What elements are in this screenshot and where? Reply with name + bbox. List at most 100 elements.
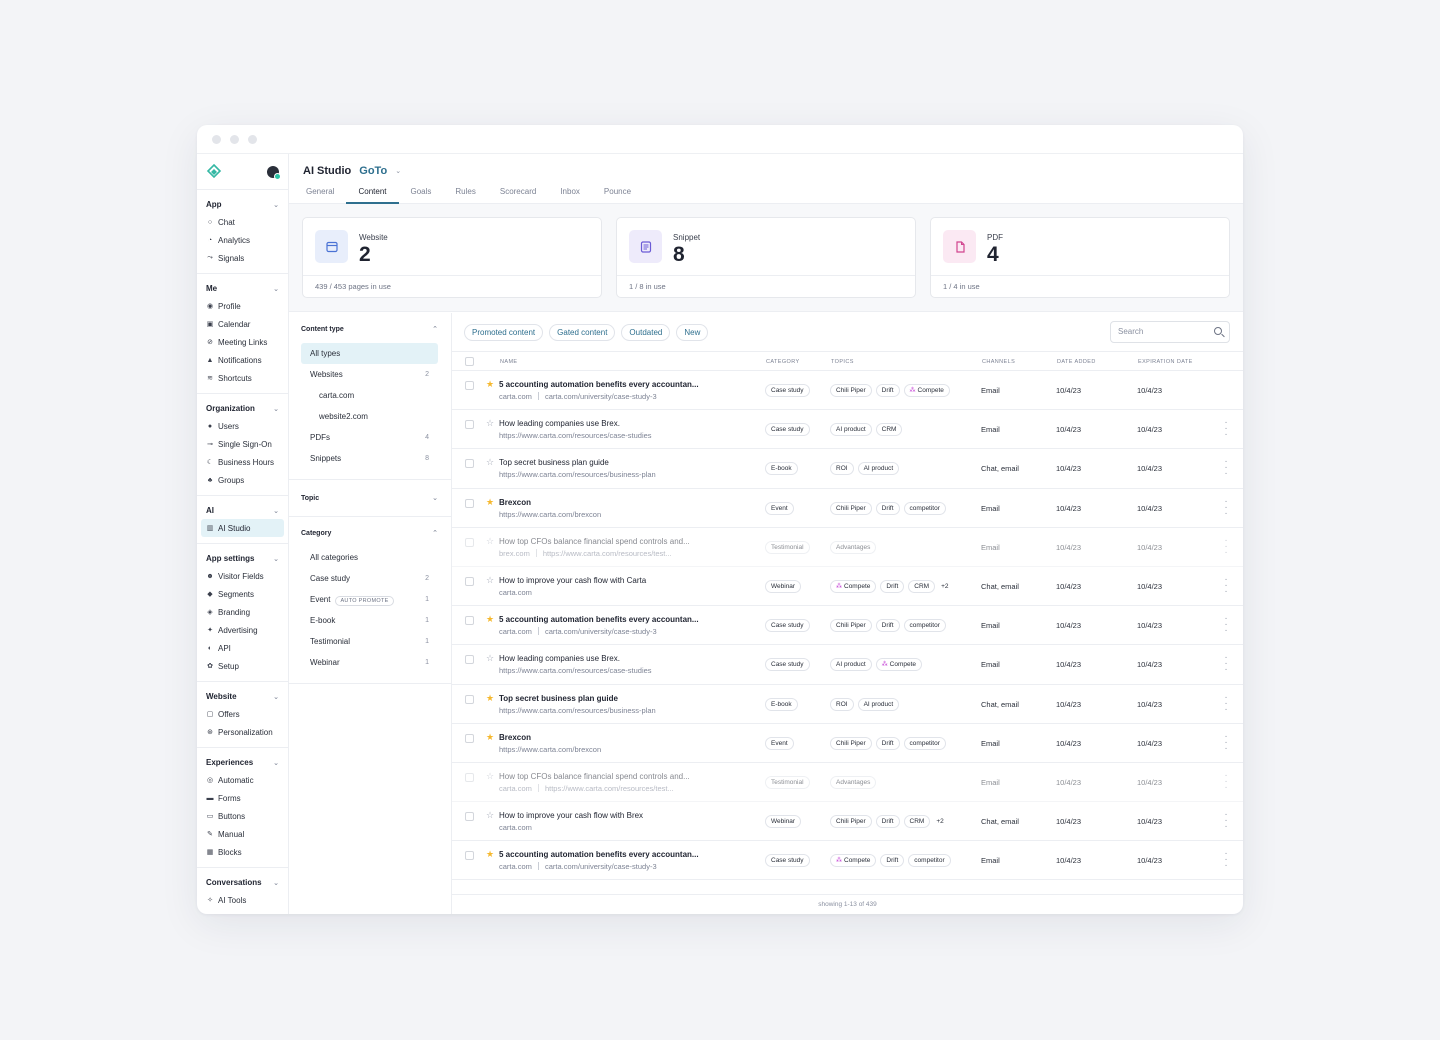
sidebar-item-ai-studio[interactable]: ▥ AI Studio	[201, 519, 284, 537]
chevron-down-icon[interactable]: ⌄	[273, 879, 279, 887]
chevron-down-icon[interactable]: ⌄	[432, 494, 438, 502]
sidebar-item-automatic[interactable]: ◎ Automatic	[201, 771, 284, 789]
kebab-menu-icon[interactable]: · · ·	[1224, 692, 1228, 714]
sidebar-item-single-sign-on[interactable]: ⊸ Single Sign-On	[201, 435, 284, 453]
star-icon[interactable]: ☆	[486, 536, 494, 547]
sidebar-item-manual[interactable]: ✎ Manual	[201, 825, 284, 843]
col-name[interactable]: NAME	[500, 359, 518, 365]
star-icon[interactable]: ★	[486, 693, 494, 704]
window-maximize-dot[interactable]	[248, 134, 257, 144]
content-name[interactable]: 5 accounting automation benefits every a…	[499, 850, 699, 859]
workspace-selector[interactable]: GoTo	[359, 165, 387, 177]
filter-item-case-study[interactable]: Case study 2	[301, 568, 438, 589]
table-row[interactable]: ☆ How top CFOs balance financial spend co…	[452, 528, 1243, 567]
star-icon[interactable]: ★	[486, 497, 494, 508]
filter-topic-header[interactable]: Topic ⌄	[301, 490, 438, 506]
stat-card-pdf[interactable]: PDF 4 1 / 4 in use	[930, 217, 1230, 298]
star-icon[interactable]: ★	[486, 614, 494, 625]
row-checkbox[interactable]	[465, 851, 474, 861]
table-row[interactable]: ☆ How to improve your cash flow with Brex…	[452, 802, 1243, 842]
sidebar-item-signals[interactable]: ⤳ Signals	[201, 249, 284, 267]
sidebar-item-notifications[interactable]: ▲ Notifications	[201, 351, 284, 369]
row-checkbox[interactable]	[465, 616, 474, 626]
row-checkbox[interactable]	[465, 420, 474, 430]
filter-category-header[interactable]: Category ⌃	[301, 525, 438, 541]
chevron-down-icon[interactable]: ⌄	[273, 693, 279, 701]
row-checkbox[interactable]	[465, 772, 474, 782]
table-row[interactable]: ★ Top secret business plan guide https://w…	[452, 685, 1243, 724]
sidebar-item-buttons[interactable]: ▭ Buttons	[201, 807, 284, 825]
table-row[interactable]: ☆ How leading companies use Brex. https://…	[452, 645, 1243, 685]
content-name[interactable]: How top CFOs balance financial spend con…	[499, 772, 690, 781]
sidebar-item-groups[interactable]: ♣ Groups	[201, 471, 284, 489]
sidebar-section-header[interactable]: Me ⌄	[201, 280, 284, 297]
sidebar-item-chat-routing[interactable]: ◖Chat Routing	[201, 909, 284, 915]
kebab-menu-icon[interactable]: · · ·	[1224, 535, 1228, 557]
kebab-menu-icon[interactable]: · · ·	[1224, 770, 1228, 792]
sidebar-item-business-hours[interactable]: ☾ Business Hours	[201, 453, 284, 471]
more-topics-count[interactable]: +2	[936, 818, 943, 825]
kebab-menu-icon[interactable]: · · ·	[1224, 418, 1228, 440]
table-row[interactable]: ★ 5 accounting automation benefits every …	[452, 841, 1243, 881]
chevron-down-icon[interactable]: ⌄	[273, 555, 279, 563]
star-icon[interactable]: ☆	[486, 418, 494, 429]
sidebar-item-blocks[interactable]: ▦ Blocks	[201, 843, 284, 861]
sidebar-item-profile[interactable]: ◉ Profile	[201, 297, 284, 315]
table-row[interactable]: ☆ How top CFOs balance financial spend co…	[452, 763, 1243, 803]
filter-item-pdfs[interactable]: PDFs 4	[301, 427, 438, 448]
filter-item-all-types[interactable]: All types	[301, 343, 438, 364]
table-row[interactable]: ★ 5 accounting automation benefits every …	[452, 606, 1243, 646]
kebab-menu-icon[interactable]: · · ·	[1224, 653, 1228, 675]
row-checkbox[interactable]	[465, 812, 474, 822]
star-icon[interactable]: ☆	[486, 810, 494, 821]
chevron-up-icon[interactable]: ⌃	[432, 529, 438, 537]
sidebar-item-visitor-fields[interactable]: ☻ Visitor Fields	[201, 567, 284, 585]
filter-item-snippets[interactable]: Snippets 8	[301, 448, 438, 469]
stat-card-website[interactable]: Website 2 439 / 453 pages in use	[302, 217, 602, 298]
search-input[interactable]: Search	[1110, 321, 1230, 343]
filter-item-testimonial[interactable]: Testimonial 1	[301, 631, 438, 652]
sidebar-item-meeting-links[interactable]: ⊘ Meeting Links	[201, 333, 284, 351]
filter-item-all-categories[interactable]: All categories	[301, 547, 438, 568]
star-icon[interactable]: ☆	[486, 575, 494, 586]
content-name[interactable]: How leading companies use Brex.	[499, 654, 620, 663]
star-icon[interactable]: ★	[486, 732, 494, 743]
chip-promoted-content[interactable]: Promoted content	[464, 323, 544, 341]
content-name[interactable]: Brexcon	[499, 498, 531, 507]
table-row[interactable]: ☆ Top secret business plan guide https://w…	[452, 449, 1243, 489]
col-category[interactable]: CATEGORY	[766, 359, 800, 365]
tab-content[interactable]: Content	[346, 186, 399, 204]
filter-content-type-header[interactable]: Content type ⌃	[301, 321, 438, 337]
sidebar-section-header[interactable]: Organization ⌄	[201, 400, 284, 417]
content-name[interactable]: How to improve your cash flow with Brex	[499, 811, 643, 820]
tab-goals[interactable]: Goals	[399, 186, 444, 204]
chip-new[interactable]: New	[676, 323, 709, 341]
row-checkbox[interactable]	[465, 733, 474, 743]
filter-item-websites[interactable]: Websites 2	[301, 364, 438, 385]
content-name[interactable]: 5 accounting automation benefits every a…	[499, 380, 699, 389]
content-name[interactable]: 5 accounting automation benefits every a…	[499, 615, 699, 624]
chevron-down-icon[interactable]: ⌄	[273, 507, 279, 515]
table-row[interactable]: ★ 5 accounting automation benefits every …	[452, 371, 1243, 411]
sidebar-item-analytics[interactable]: ◔ Analytics	[201, 231, 284, 249]
logo-icon[interactable]	[206, 163, 222, 180]
sidebar-section-header[interactable]: AI ⌄	[201, 502, 284, 519]
sidebar-item-advertising[interactable]: ✦ Advertising	[201, 621, 284, 639]
row-checkbox[interactable]	[465, 459, 474, 469]
chevron-down-icon[interactable]: ⌄	[273, 285, 279, 293]
sidebar-item-shortcuts[interactable]: ≋ Shortcuts	[201, 369, 284, 387]
tab-inbox[interactable]: Inbox	[548, 186, 592, 204]
tab-general[interactable]: General	[303, 186, 346, 204]
row-checkbox[interactable]	[465, 498, 474, 508]
col-date-added[interactable]: DATE ADDED	[1057, 359, 1096, 365]
filter-item-carta-com[interactable]: carta.com	[301, 385, 438, 406]
chevron-up-icon[interactable]: ⌃	[432, 325, 438, 333]
sidebar-item-setup[interactable]: ✿ Setup	[201, 657, 284, 675]
sidebar-item-branding[interactable]: ◈ Branding	[201, 603, 284, 621]
content-name[interactable]: How leading companies use Brex.	[499, 419, 620, 428]
select-all-checkbox[interactable]	[465, 357, 474, 366]
col-topics[interactable]: TOPICS	[831, 359, 854, 365]
sidebar-item-segments[interactable]: ◆ Segments	[201, 585, 284, 603]
col-channels[interactable]: CHANNELS	[982, 359, 1015, 365]
tab-pounce[interactable]: Pounce	[592, 186, 643, 204]
